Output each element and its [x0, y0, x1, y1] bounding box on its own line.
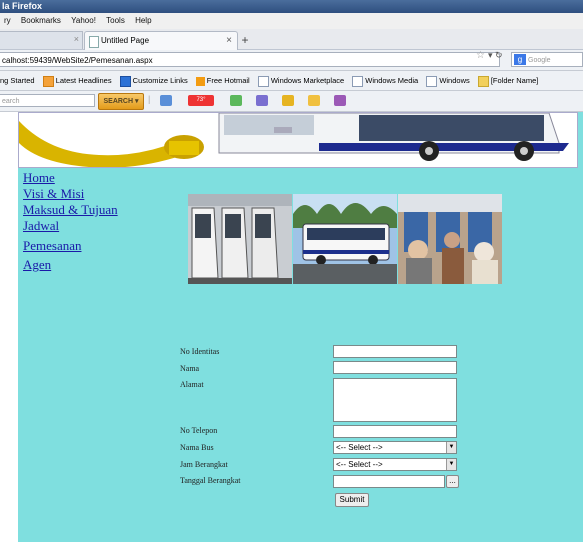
bus-banner-image	[19, 113, 569, 167]
menu-help[interactable]: Help	[135, 16, 151, 25]
menu-tools[interactable]: Tools	[106, 16, 125, 25]
weather-icon[interactable]: 73°	[188, 95, 214, 106]
no-telepon-field[interactable]	[333, 425, 457, 438]
separator-icon: |	[148, 94, 151, 104]
mail-icon[interactable]	[160, 95, 172, 106]
search-placeholder: Google	[528, 57, 551, 64]
label-tanggal-berangkat: Tanggal Berangkat	[180, 476, 241, 485]
date-picker-button[interactable]: ...	[446, 475, 459, 488]
chevron-down-icon: ▼	[446, 459, 456, 470]
tab-previous[interactable]: ×	[0, 31, 83, 49]
close-tab-icon[interactable]: ×	[226, 32, 232, 50]
page-icon	[89, 36, 99, 48]
answers-icon[interactable]	[230, 95, 242, 106]
no-identitas-field[interactable]	[333, 345, 457, 358]
news-icon[interactable]	[308, 95, 320, 106]
bookmark-getting-started[interactable]: ng Started	[0, 71, 35, 90]
alamat-textarea[interactable]	[333, 378, 457, 422]
menu-yahoo[interactable]: Yahoo!	[71, 16, 96, 25]
label-alamat: Alamat	[180, 380, 204, 389]
nav-link-visi-misi[interactable]: Visi & Misi	[23, 186, 118, 202]
menu-bookmarks[interactable]: Bookmarks	[21, 16, 61, 25]
page-content: Home Visi & Misi Maksud & Tujuan Jadwal …	[18, 112, 583, 542]
chevron-down-icon: ▼	[446, 442, 456, 453]
bookmark-windows-marketplace[interactable]: Windows Marketplace	[257, 71, 344, 90]
label-no-identitas: No Identitas	[180, 347, 220, 356]
tab-label: Untitled Page	[101, 36, 150, 45]
bookmark-windows[interactable]: Windows	[426, 71, 470, 90]
music-icon[interactable]	[334, 95, 346, 106]
label-nama-bus: Nama Bus	[180, 443, 214, 452]
bookmark-star-icon[interactable]: ☆	[476, 50, 485, 61]
page-icon	[426, 75, 438, 87]
close-tab-icon[interactable]: ×	[74, 34, 79, 44]
nama-field[interactable]	[333, 361, 457, 374]
windows-icon	[119, 75, 131, 87]
folder-icon	[477, 75, 489, 87]
google-icon: g	[514, 54, 526, 65]
page-icon	[352, 75, 364, 87]
nav-link-agen[interactable]: Agen	[23, 257, 118, 273]
photo-bus-exterior	[293, 194, 397, 284]
menu-bar: ry Bookmarks Yahoo! Tools Help	[0, 13, 583, 29]
new-tab-button[interactable]: +	[238, 33, 252, 47]
flickr-icon[interactable]	[256, 95, 268, 106]
nama-bus-select[interactable]: <-- Select --> ▼	[333, 441, 457, 454]
photo-bus-passengers	[398, 194, 502, 284]
label-jam-berangkat: Jam Berangkat	[180, 460, 228, 469]
label-no-telepon: No Telepon	[180, 426, 218, 435]
yahoo-search-input[interactable]: earch	[0, 94, 95, 107]
tab-untitled-page[interactable]: Untitled Page ×	[84, 31, 238, 50]
url-text: calhost:59439/WebSite2/Pemesanan.aspx	[2, 56, 153, 65]
yahoo-toolbar: earch SEARCH ▾ | 73°	[0, 91, 583, 112]
bookmark-free-hotmail[interactable]: Free Hotmail	[195, 71, 250, 90]
nav-link-maksud-tujuan[interactable]: Maksud & Tujuan	[23, 202, 118, 218]
submit-button[interactable]: Submit	[335, 493, 369, 507]
tab-strip: × Untitled Page × +	[0, 29, 583, 50]
msn-icon	[195, 76, 205, 86]
tanggal-berangkat-field[interactable]	[333, 475, 445, 488]
web-search-box[interactable]: g Google	[511, 52, 583, 67]
yahoo-search-button[interactable]: SEARCH ▾	[98, 93, 144, 110]
navigation-bar: calhost:59439/WebSite2/Pemesanan.aspx ☆ …	[0, 50, 583, 71]
window-title-bar: la Firefox	[0, 0, 583, 13]
window-title: la Firefox	[2, 1, 43, 11]
rss-icon	[42, 75, 54, 87]
nav-link-home[interactable]: Home	[23, 170, 118, 186]
page-icon	[257, 75, 269, 87]
bookmark-latest-headlines[interactable]: Latest Headlines	[42, 71, 112, 90]
photo-buses-lineup	[188, 194, 292, 284]
reload-icon[interactable]: ▾ ↻	[488, 50, 503, 61]
menu-history[interactable]: ry	[4, 16, 11, 25]
bookmark-windows-media[interactable]: Windows Media	[352, 71, 418, 90]
bookmark-folder[interactable]: [Folder Name]	[477, 71, 538, 90]
header-banner	[18, 112, 578, 168]
nav-link-jadwal[interactable]: Jadwal	[23, 218, 118, 234]
site-navigation: Home Visi & Misi Maksud & Tujuan Jadwal …	[23, 170, 118, 273]
bookmark-customize-links[interactable]: Customize Links	[119, 71, 188, 90]
address-bar[interactable]: calhost:59439/WebSite2/Pemesanan.aspx	[0, 52, 500, 67]
label-nama: Nama	[180, 364, 200, 373]
jam-berangkat-select[interactable]: <-- Select --> ▼	[333, 458, 457, 471]
nav-link-pemesanan[interactable]: Pemesanan	[23, 238, 118, 254]
games-icon[interactable]	[282, 95, 294, 106]
bookmarks-toolbar: ng Started Latest Headlines Customize Li…	[0, 71, 583, 91]
